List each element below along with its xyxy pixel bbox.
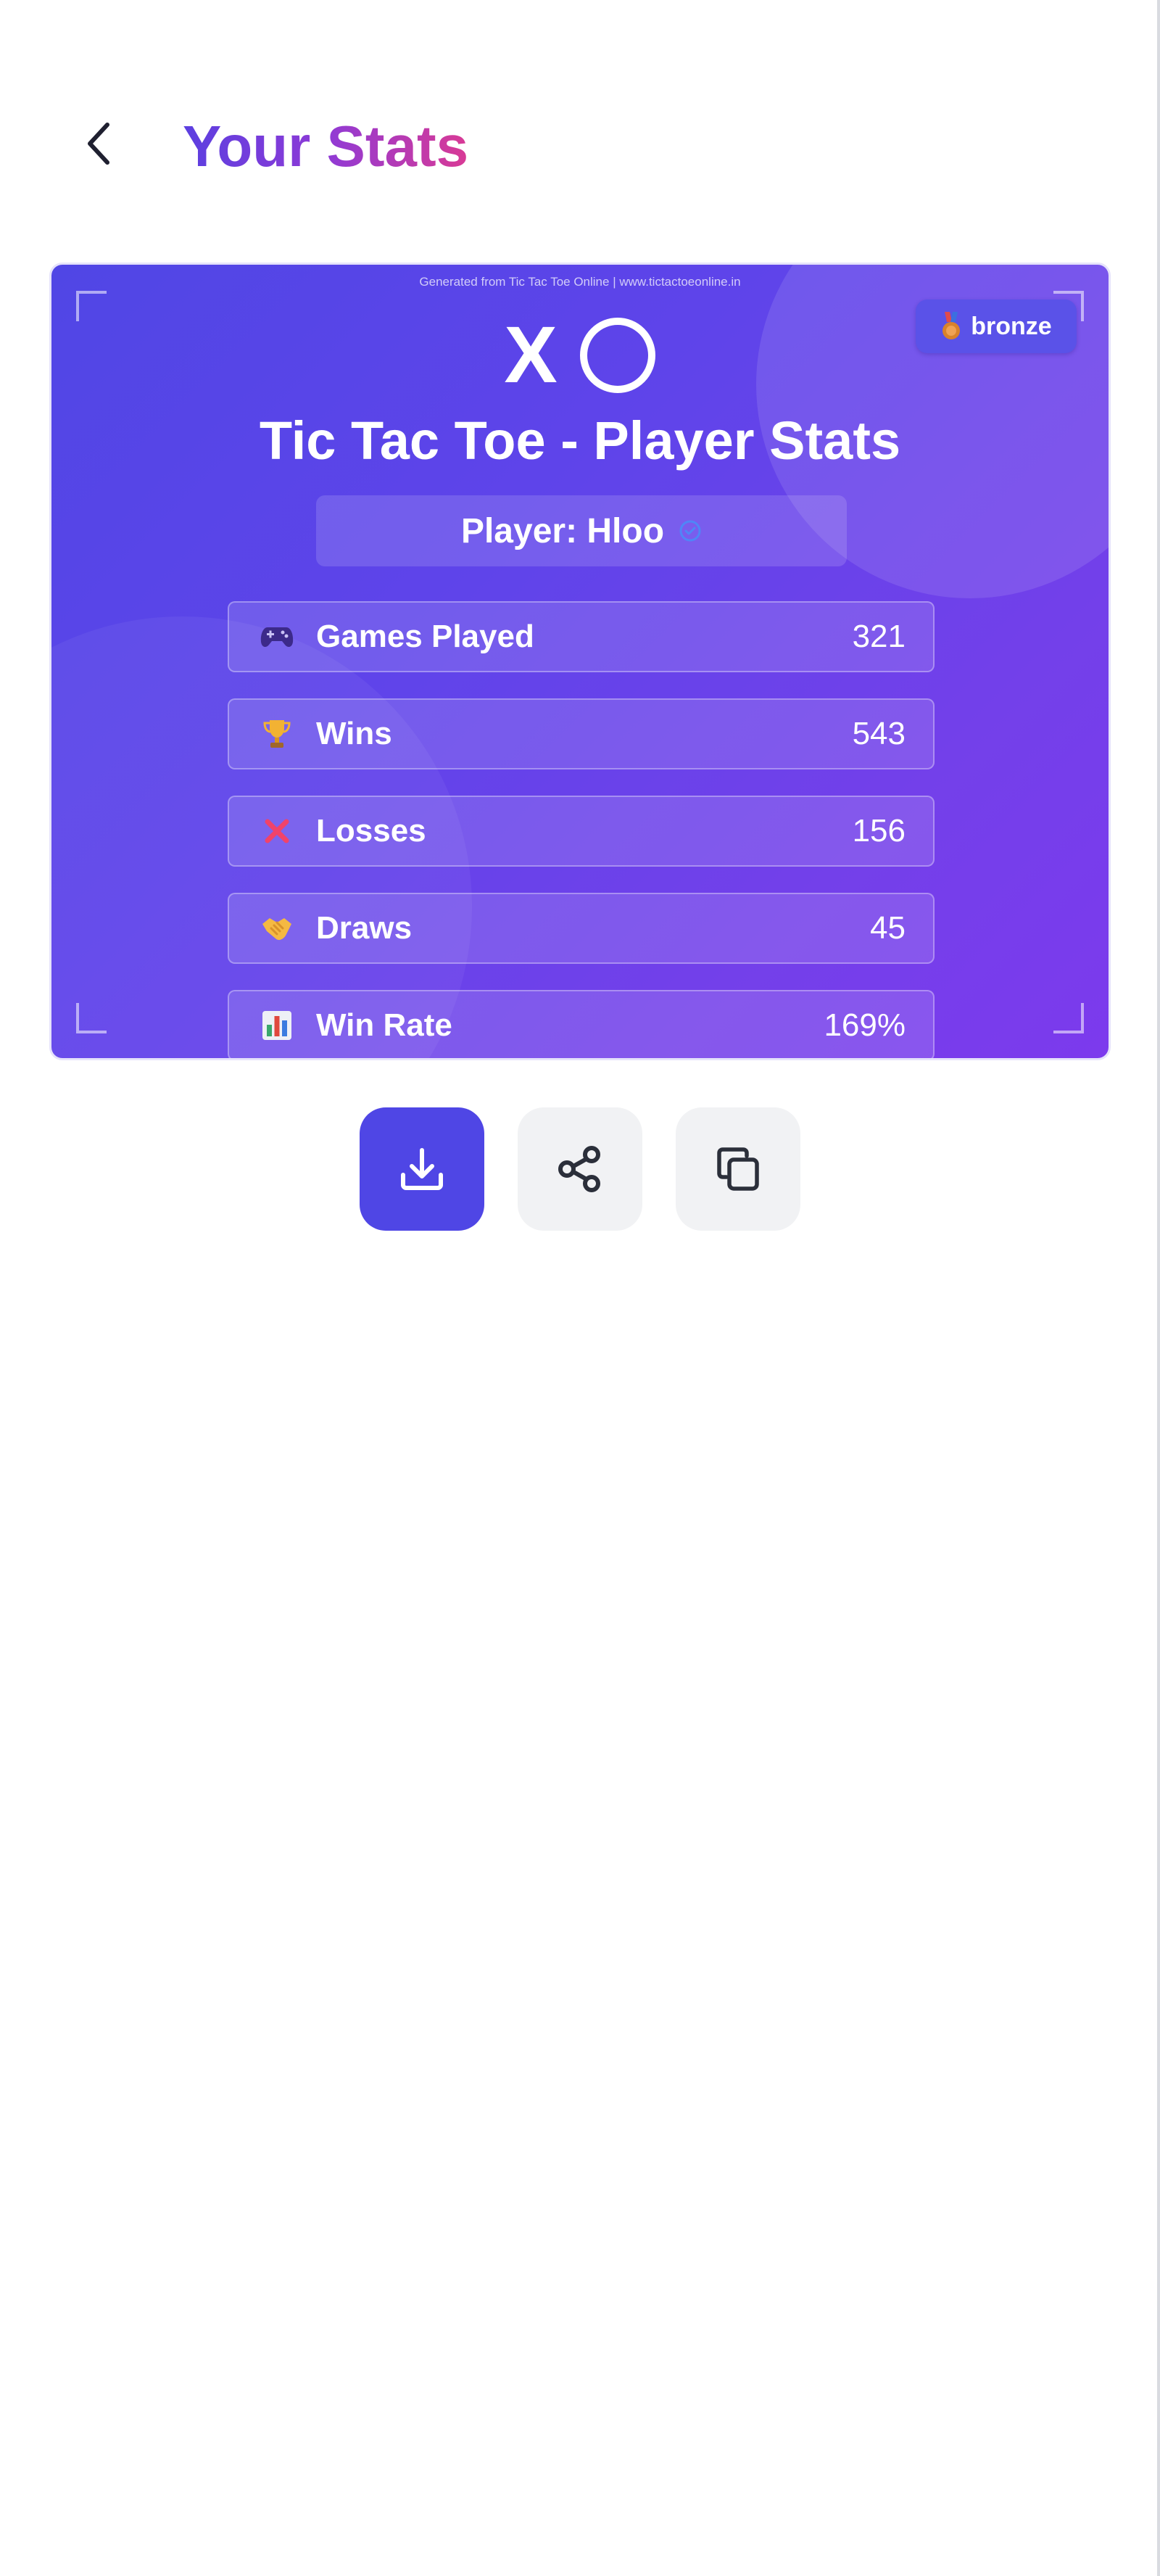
back-button[interactable] — [72, 115, 125, 173]
stat-label: Win Rate — [316, 1007, 452, 1043]
player-name: Player: Hloo — [460, 511, 665, 550]
x-mark: X — [504, 310, 558, 400]
stats-card-background: Generated from Tic Tac Toe Online | www.… — [51, 265, 1109, 1058]
share-button[interactable] — [518, 1107, 642, 1231]
stat-value: 169% — [824, 1007, 906, 1043]
source-note: Generated from Tic Tac Toe Online | www.… — [419, 275, 741, 289]
stat-label: Games Played — [316, 619, 534, 654]
handshake-icon — [258, 909, 296, 947]
download-icon — [401, 1148, 443, 1190]
verified-badge-icon — [679, 520, 701, 542]
copy-icon — [717, 1147, 759, 1191]
game-logo: X — [51, 308, 1109, 402]
stat-value: 45 — [870, 910, 906, 946]
chevron-left-icon — [88, 123, 109, 165]
stat-row-wins: Wins 543 — [228, 698, 935, 769]
copy-button[interactable] — [676, 1107, 800, 1231]
stat-label: Wins — [316, 716, 392, 751]
stat-value: 543 — [852, 716, 906, 751]
scroll-edge — [1157, 0, 1160, 2576]
cross-mark-icon — [258, 812, 296, 850]
stat-row-losses: Losses 156 — [228, 796, 935, 867]
stat-label: Losses — [316, 813, 426, 849]
stat-value: 321 — [852, 619, 906, 654]
game-controller-icon — [258, 618, 296, 656]
bar-chart-icon — [258, 1007, 296, 1044]
stat-row-draws: Draws 45 — [228, 893, 935, 964]
trophy-icon — [258, 715, 296, 753]
stat-label: Draws — [316, 910, 413, 946]
corner-bracket — [1053, 1003, 1084, 1033]
stat-value: 156 — [852, 813, 906, 849]
card-title: Tic Tac Toe - Player Stats — [259, 410, 901, 471]
stat-row-games-played: Games Played 321 — [228, 601, 935, 672]
download-button[interactable] — [360, 1107, 484, 1231]
stat-row-win-rate: Win Rate 169% — [228, 990, 935, 1058]
corner-bracket — [76, 1003, 107, 1033]
player-name-box: Player: Hloo — [316, 495, 847, 566]
page-title: Your Stats — [183, 109, 468, 184]
stats-card: Generated from Tic Tac Toe Online | www.… — [49, 263, 1111, 1060]
o-mark-icon — [579, 318, 655, 393]
share-icon — [558, 1146, 600, 1192]
